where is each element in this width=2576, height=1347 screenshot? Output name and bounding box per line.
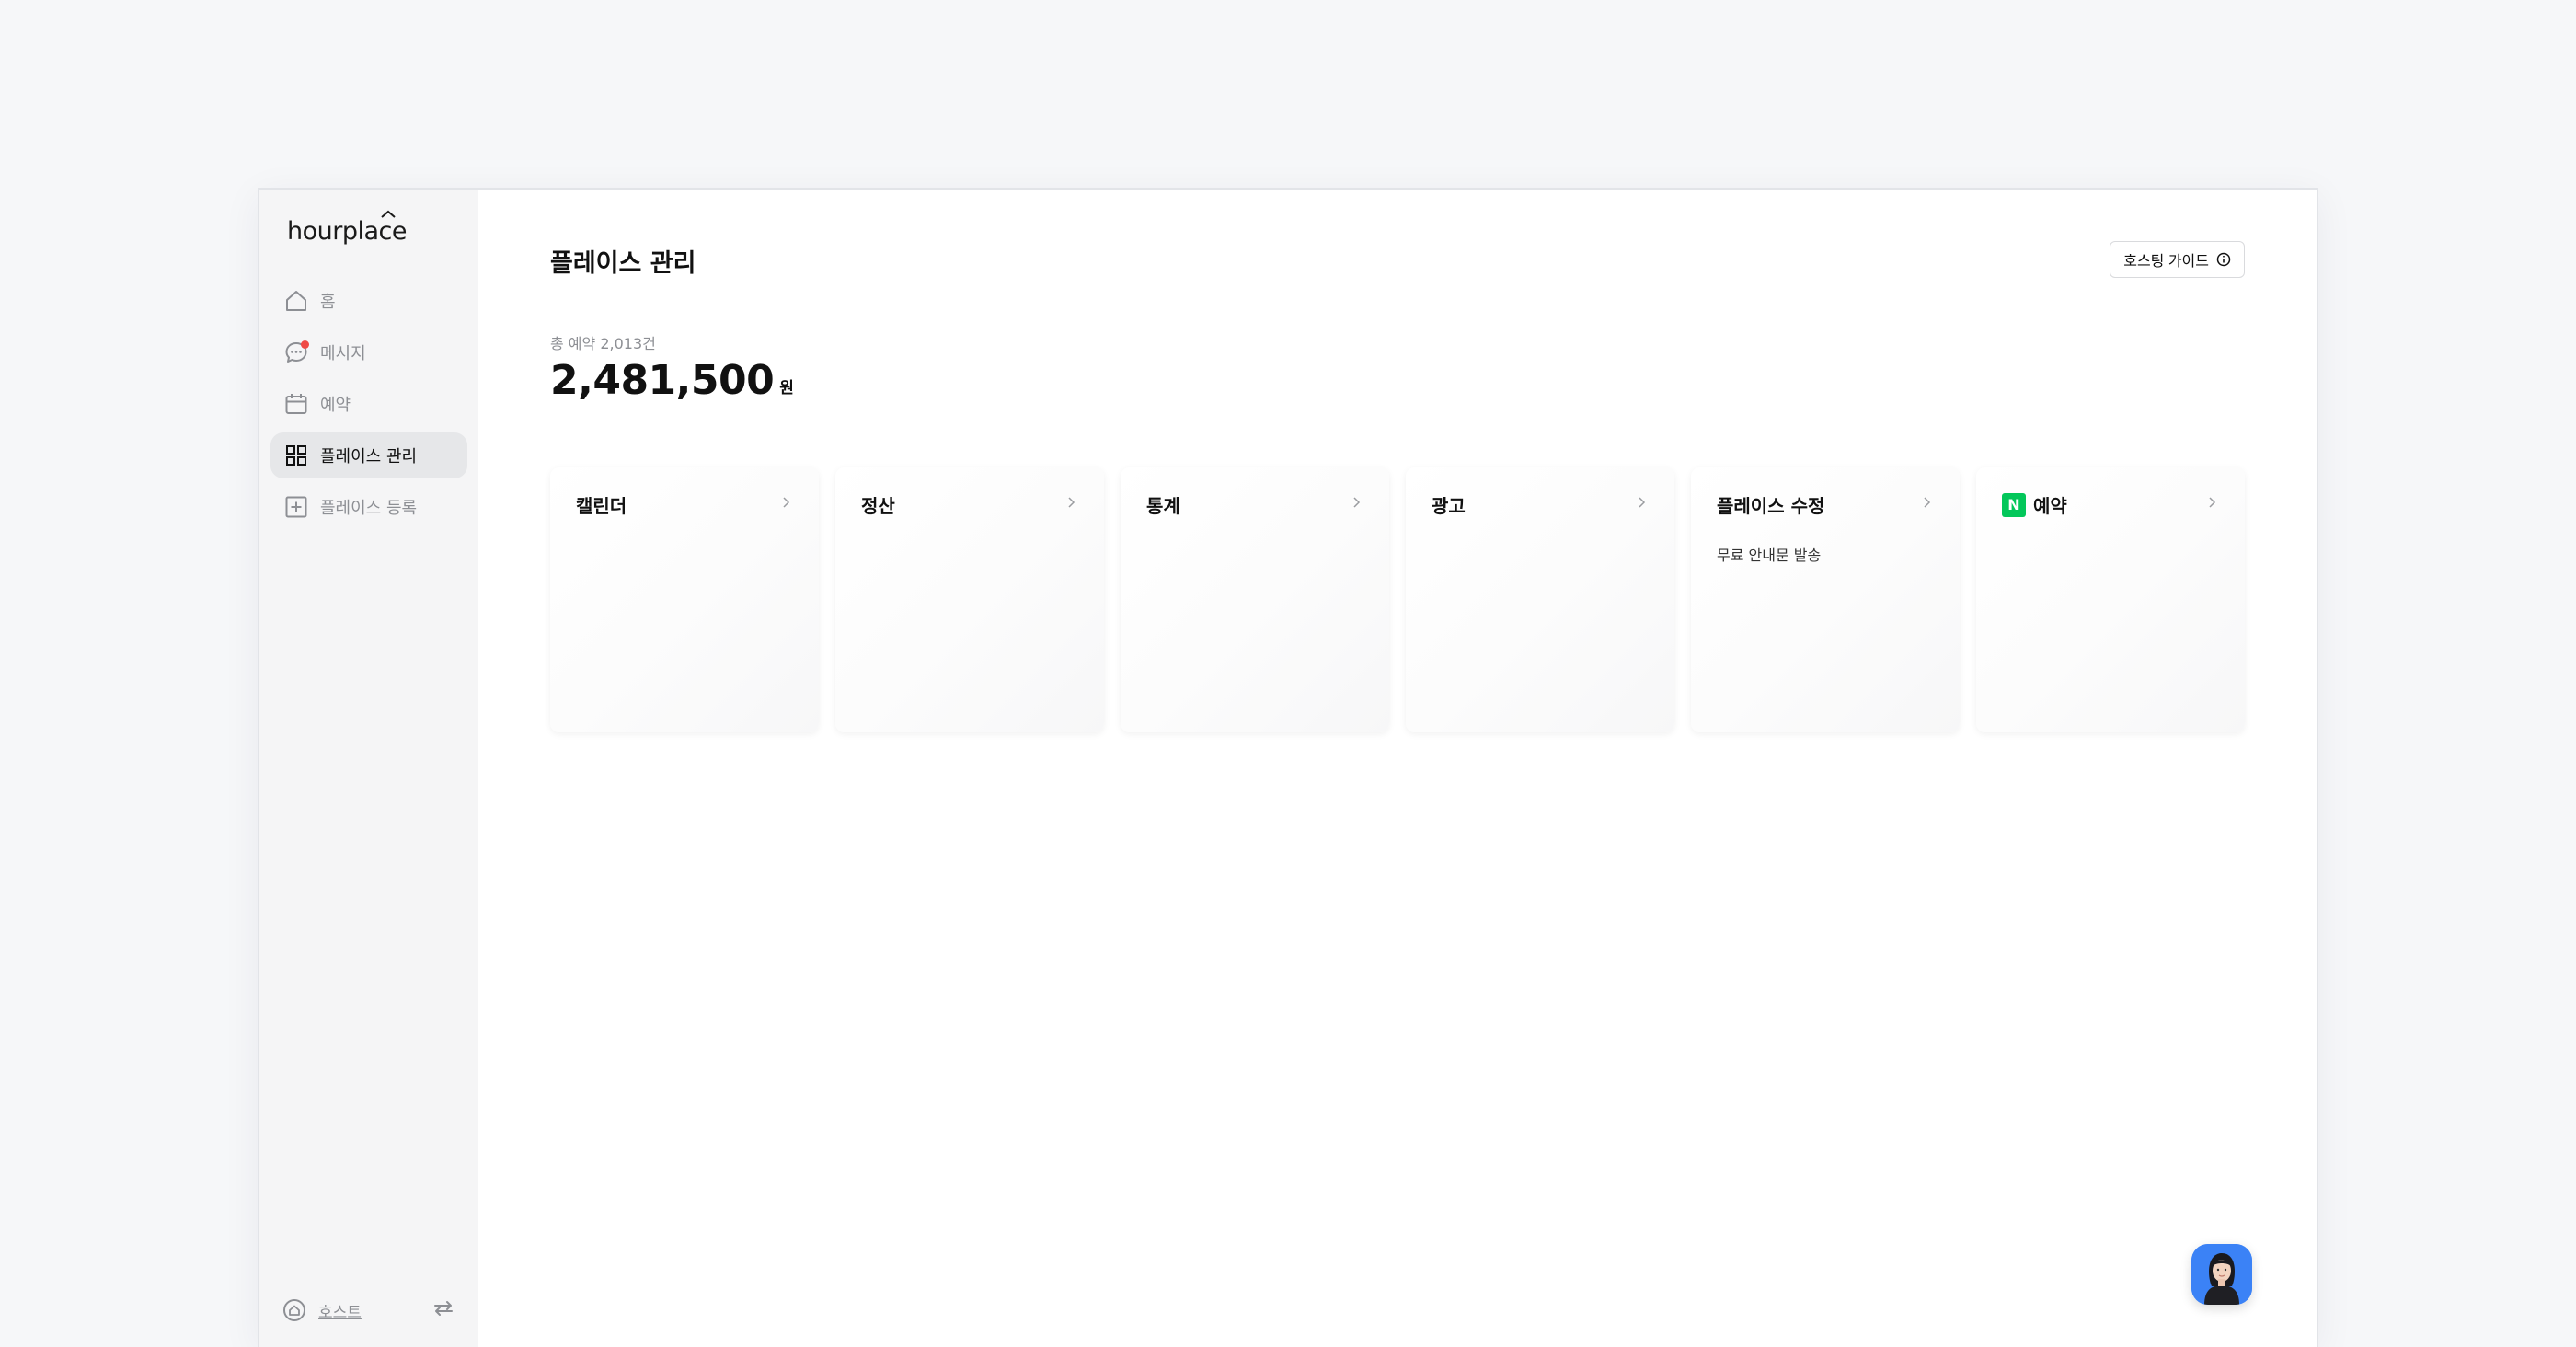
total-amount-value: 2,481,500 bbox=[550, 357, 775, 404]
sidebar: hourpla c e 홈 메시지 예약 플레이스 관리 플레이스 등록 호스트 bbox=[259, 190, 478, 1347]
chevron-right-icon bbox=[1068, 497, 1075, 508]
sidebar-item-messages[interactable]: 메시지 bbox=[270, 329, 467, 375]
main-content: 플레이스 관리 호스팅 가이드 총 예약 2,013건 2,481,500 원 … bbox=[478, 190, 2317, 1347]
sidebar-item-label: 플레이스 등록 bbox=[320, 499, 418, 518]
chat-support-button[interactable] bbox=[2191, 1244, 2252, 1305]
hosting-guide-button[interactable]: 호스팅 가이드 bbox=[2110, 241, 2245, 278]
card-statistics[interactable]: 통계 bbox=[1121, 467, 1389, 732]
card-title: 통계 bbox=[1146, 495, 1180, 517]
chevron-right-icon bbox=[1353, 497, 1361, 508]
card-title: 플레이스 수정 bbox=[1717, 495, 1825, 517]
host-mode-label: 호스트 bbox=[318, 1303, 362, 1322]
sidebar-item-label: 홈 bbox=[320, 293, 336, 312]
notification-dot bbox=[301, 340, 309, 349]
management-cards: 캘린더 정산 통계 광고 플레이스 수정 무료 안내문 발송 N 예약 bbox=[550, 467, 2245, 732]
card-title: 광고 bbox=[1432, 495, 1466, 517]
page-title: 플레이스 관리 bbox=[550, 249, 696, 278]
card-advertising[interactable]: 광고 bbox=[1406, 467, 1674, 732]
card-title: 정산 bbox=[861, 495, 895, 517]
chevron-right-icon bbox=[1924, 497, 1931, 508]
chevron-right-icon bbox=[1639, 497, 1646, 508]
sidebar-item-reservations[interactable]: 예약 bbox=[270, 381, 467, 427]
message-icon bbox=[283, 340, 309, 365]
app-window: hourpla c e 홈 메시지 예약 플레이스 관리 플레이스 등록 호스트… bbox=[258, 188, 2318, 1347]
total-reservations-label: 총 예약 2,013건 bbox=[550, 335, 656, 352]
naver-n-icon: N bbox=[2002, 492, 2026, 517]
sidebar-item-place-register[interactable]: 플레이스 등록 bbox=[270, 484, 467, 530]
card-naver-reservation[interactable]: N 예약 bbox=[1976, 467, 2245, 732]
info-icon bbox=[2216, 252, 2231, 267]
calendar-icon bbox=[283, 391, 309, 417]
card-place-edit[interactable]: 플레이스 수정 무료 안내문 발송 bbox=[1691, 467, 1960, 732]
swap-icon[interactable] bbox=[431, 1295, 456, 1325]
grid-icon bbox=[283, 443, 309, 468]
sidebar-item-home[interactable]: 홈 bbox=[270, 278, 467, 324]
plus-square-icon bbox=[283, 494, 309, 520]
support-avatar-icon bbox=[2191, 1244, 2252, 1305]
sidebar-item-label: 메시지 bbox=[320, 344, 366, 363]
card-title: 예약 bbox=[2033, 495, 2067, 517]
host-mode-toggle[interactable]: 호스트 bbox=[282, 1297, 362, 1323]
home-icon bbox=[283, 288, 309, 314]
card-settlement[interactable]: 정산 bbox=[835, 467, 1104, 732]
sidebar-nav: 홈 메시지 예약 플레이스 관리 플레이스 등록 bbox=[270, 278, 467, 535]
sidebar-item-place-management[interactable]: 플레이스 관리 bbox=[270, 432, 467, 478]
sidebar-item-label: 플레이스 관리 bbox=[320, 447, 418, 466]
hosting-guide-label: 호스팅 가이드 bbox=[2123, 254, 2209, 270]
card-title: 캘린더 bbox=[576, 495, 627, 517]
card-calendar[interactable]: 캘린더 bbox=[550, 467, 819, 732]
house-circle-icon bbox=[283, 1299, 305, 1321]
total-amount: 2,481,500 원 bbox=[550, 361, 794, 401]
sidebar-item-label: 예약 bbox=[320, 396, 351, 415]
card-subtitle: 무료 안내문 발송 bbox=[1717, 547, 1822, 564]
total-amount-unit: 원 bbox=[779, 379, 794, 397]
hourplace-logo[interactable]: hourpla c e bbox=[287, 210, 408, 246]
sidebar-footer: 호스트 bbox=[282, 1295, 456, 1325]
chevron-right-icon bbox=[783, 497, 790, 508]
chevron-right-icon bbox=[2209, 497, 2216, 508]
